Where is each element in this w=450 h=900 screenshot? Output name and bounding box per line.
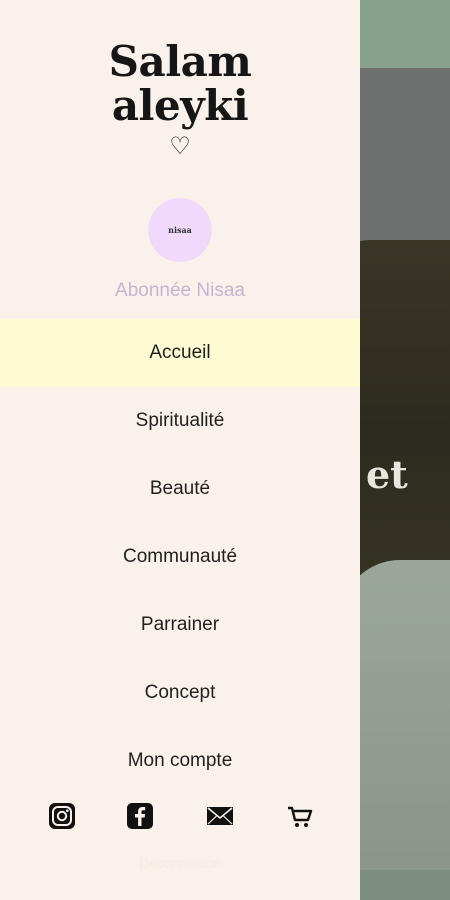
heart-icon: ♡ [169,133,191,160]
menu-item-accueil[interactable]: Accueil [0,319,360,387]
logout-link[interactable]: Déconnexion [0,855,360,871]
menu-item-parrainer[interactable]: Parrainer [0,591,360,659]
facebook-icon[interactable] [122,798,158,834]
avatar[interactable]: nisaa [148,198,212,262]
logo-line-1: Salam [108,37,252,86]
instagram-icon[interactable] [44,798,80,834]
logo-line-2: aleyki [111,81,249,130]
menu-item-beaute[interactable]: Beauté [0,455,360,523]
menu-item-mon-compte[interactable]: Mon compte [0,727,360,771]
menu-item-communaute[interactable]: Communauté [0,523,360,591]
menu-item-spiritualite[interactable]: Spiritualité [0,387,360,455]
app-logo[interactable]: Salam aleyki [0,40,360,128]
avatar-label: nisaa [168,225,192,235]
navigation-drawer: Salam aleyki ♡ nisaa Abonnée Nisaa Accue… [0,0,360,900]
cart-icon[interactable] [282,798,318,834]
drawer-menu: Accueil Spiritualité Beauté Communauté P… [0,319,360,771]
background-hero-word: et [366,452,408,497]
mail-icon[interactable] [202,798,238,834]
social-icons-row [0,798,360,834]
menu-item-concept[interactable]: Concept [0,659,360,727]
subscriber-label: Abonnée Nisaa [115,280,245,301]
